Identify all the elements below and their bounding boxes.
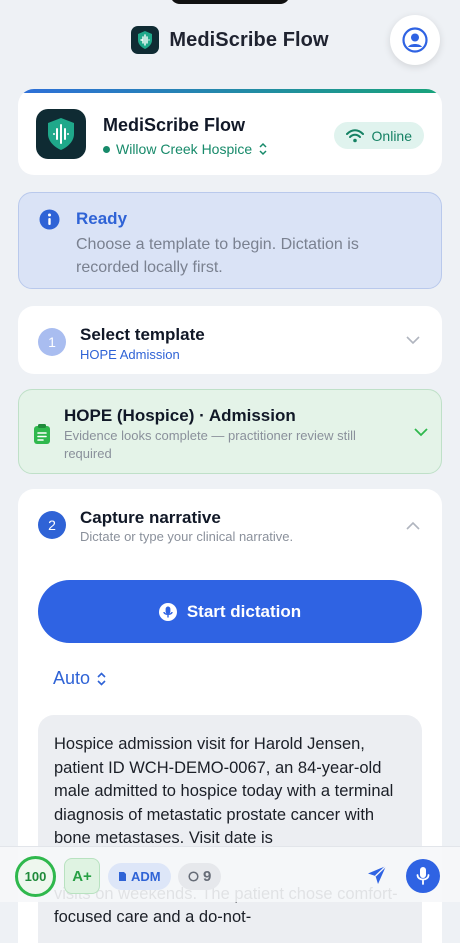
pending-count-chip[interactable]: 9 bbox=[178, 863, 222, 890]
ready-title: Ready bbox=[76, 209, 128, 228]
header-card: MediScribe Flow Willow Creek Hospice Onl… bbox=[18, 89, 442, 175]
app-logo-icon bbox=[131, 26, 160, 54]
step-subtitle: Dictate or type your clinical narrative. bbox=[80, 529, 294, 544]
connection-status-label: Online bbox=[371, 127, 412, 144]
completeness-score[interactable]: 100 bbox=[15, 856, 56, 897]
user-icon bbox=[402, 27, 428, 53]
chevron-down-icon bbox=[414, 428, 428, 437]
top-bar: MediScribe Flow bbox=[0, 0, 460, 80]
facility-selector[interactable]: Willow Creek Hospice bbox=[103, 141, 268, 157]
app-title: MediScribe Flow bbox=[169, 28, 329, 51]
language-mode-value: Auto bbox=[53, 668, 91, 688]
microphone-button[interactable] bbox=[406, 859, 440, 893]
ready-banner: Ready Choose a template to begin. Dictat… bbox=[18, 192, 442, 289]
chevron-updown-icon bbox=[97, 671, 106, 686]
start-dictation-label: Start dictation bbox=[186, 601, 302, 621]
narrative-text: Hospice admission visit for Harold Jense… bbox=[54, 735, 394, 847]
info-icon bbox=[39, 209, 60, 230]
connection-status-badge: Online bbox=[333, 122, 424, 149]
document-icon bbox=[119, 872, 126, 881]
facility-name: Willow Creek Hospice bbox=[116, 141, 253, 157]
send-icon[interactable] bbox=[366, 864, 388, 886]
narrative-textarea[interactable]: Hospice admission visit for Harold Jense… bbox=[38, 715, 422, 943]
circle-icon bbox=[188, 871, 199, 882]
ready-message: Choose a template to begin. Dictation is… bbox=[76, 236, 359, 276]
template-status-card[interactable]: HOPE (Hospice) · Admission Evidence look… bbox=[18, 389, 442, 474]
step-number-badge: 2 bbox=[38, 511, 66, 539]
template-title: HOPE (Hospice) · Admission bbox=[64, 406, 296, 425]
facility-status-dot bbox=[103, 145, 110, 153]
step-title: Select template bbox=[80, 325, 205, 344]
app-logo-icon bbox=[36, 109, 86, 159]
microphone-icon bbox=[158, 602, 177, 621]
wifi-icon bbox=[345, 128, 364, 142]
start-dictation-button[interactable]: Start dictation bbox=[38, 580, 422, 643]
app-title-group: MediScribe Flow bbox=[131, 26, 329, 54]
chevron-down-icon bbox=[406, 336, 420, 345]
pending-count: 9 bbox=[203, 868, 212, 885]
microphone-icon bbox=[416, 867, 430, 885]
selected-template: HOPE Admission bbox=[80, 347, 180, 362]
device-notch bbox=[170, 0, 290, 4]
clipboard-check-icon bbox=[34, 424, 50, 444]
chevron-updown-icon bbox=[259, 142, 267, 156]
step-title: Capture narrative bbox=[80, 508, 221, 527]
bottom-toolbar: 100 A+ ADM 9 bbox=[0, 846, 460, 902]
chevron-up-icon[interactable] bbox=[406, 521, 420, 530]
template-code-chip[interactable]: ADM bbox=[108, 863, 171, 890]
profile-button[interactable] bbox=[390, 15, 440, 65]
language-mode-selector[interactable]: Auto bbox=[53, 668, 107, 689]
step-number-badge: 1 bbox=[38, 328, 66, 356]
accent-strip bbox=[18, 89, 442, 93]
template-evidence-note: Evidence looks complete — practitioner r… bbox=[64, 428, 356, 461]
quality-grade-button[interactable]: A+ bbox=[64, 858, 100, 894]
header-title: MediScribe Flow bbox=[103, 115, 246, 135]
template-code-label: ADM bbox=[131, 869, 161, 884]
step-select-template[interactable]: 1 Select template HOPE Admission bbox=[18, 306, 442, 374]
